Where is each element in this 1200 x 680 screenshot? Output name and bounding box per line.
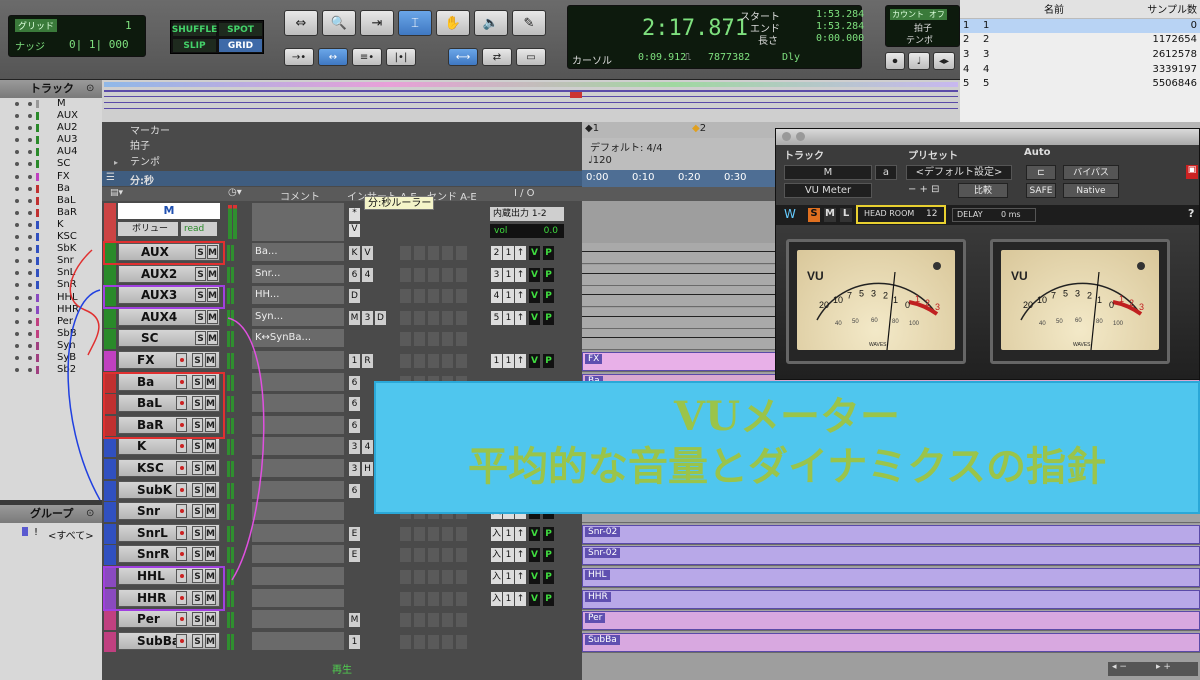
annotation-box-bass [103,372,225,439]
annotation-box-aux [103,241,225,265]
annotation-overlay [67,241,265,611]
daw-window: グリッド 1 ナッジ 0| 1| 000 SHUFFLE SPOT SLIP G… [0,0,1200,680]
annotation-box-aux3 [103,285,225,309]
annotation-box-hh [103,566,225,611]
annotation-line-red [69,249,100,356]
annotation-line-blue [67,289,101,501]
annotation-line-pink [227,317,265,581]
